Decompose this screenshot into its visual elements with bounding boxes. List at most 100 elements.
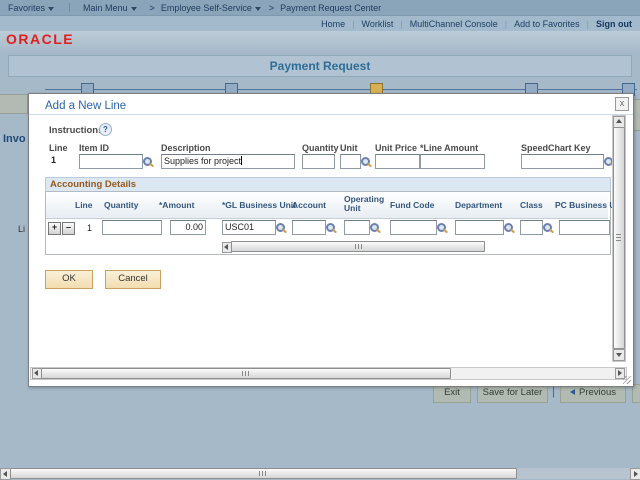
main-menu[interactable]: Main Menu [83,3,139,13]
unit-price-input[interactable] [375,154,420,169]
account-lookup-icon[interactable] [326,223,335,232]
item-id-label: Item ID [79,143,109,153]
breadcrumb-payment-request-center[interactable]: Payment Request Center [280,3,381,13]
unit-label: Unit [340,143,358,153]
divider: | [552,386,555,398]
breadcrumb-employee-self-service[interactable]: Employee Self-Service [161,3,263,13]
accounting-details-title: Accounting Details [50,179,136,190]
row-pc-business-unit-input[interactable] [559,220,610,235]
row-gl-business-unit-input[interactable]: USC01 [222,220,276,235]
text-cursor [241,156,242,165]
description-value: Supplies for project [164,156,241,166]
screen: Favorites Main Menu > Employee Self-Serv… [0,0,640,480]
description-input[interactable]: Supplies for project [161,154,295,169]
line-number-value: 1 [51,155,56,165]
line-label-fragment: Li [18,224,25,234]
speedchart-key-label: SpeedChart Key [521,143,591,153]
divider [29,114,633,115]
resize-grip[interactable] [623,376,631,384]
col-header-operating-unit[interactable]: Operating Unit [344,195,384,213]
page-scrollbar-thumb[interactable] [10,468,517,479]
sign-out-link[interactable]: Sign out [596,19,632,29]
row-operating-unit-input[interactable] [344,220,370,235]
home-link[interactable]: Home [321,19,345,29]
unit-price-label: Unit Price [375,143,417,153]
line-label: Line [49,143,68,153]
row-class-input[interactable] [520,220,543,235]
operating-unit-lookup-icon[interactable] [370,223,379,232]
page-horizontal-scrollbar[interactable] [0,468,640,479]
row-amount-input[interactable]: 0.00 [170,220,206,235]
cancel-button[interactable]: Cancel [105,270,161,289]
breadcrumb-separator: > [150,3,155,13]
favorites-label: Favorites [8,3,45,13]
logo-zone [0,31,640,53]
col-header-class[interactable]: Class [520,200,543,210]
quantity-label: Quantity [302,143,339,153]
divider: | [505,19,507,29]
line-amount-input[interactable] [420,154,485,169]
row-department-input[interactable] [455,220,504,235]
instructions-label: Instructions [49,125,103,136]
item-id-input[interactable] [79,154,143,169]
col-header-line[interactable]: Line [75,200,92,210]
add-new-line-dialog: Add a New Line x Instructions ? Line Ite… [28,93,634,387]
grid-header-row: Line Quantity *Amount *GL Business Unit … [46,192,608,219]
background-tab-fragment [0,94,28,114]
help-icon[interactable]: ? [99,123,112,136]
page-title: Payment Request [8,55,632,77]
vertical-scrollbar-thumb[interactable] [613,127,625,349]
col-header-amount[interactable]: *Amount [159,200,194,210]
dialog-title: Add a New Line [45,100,126,112]
item-id-lookup-icon[interactable] [143,157,152,166]
row-fund-code-input[interactable] [390,220,437,235]
breadcrumb-separator: > [269,3,274,13]
dialog-vertical-scrollbar[interactable] [612,115,626,362]
col-header-gl-business-unit[interactable]: *GL Business Unit [222,200,296,210]
oracle-logo: ORACLE [6,31,74,47]
description-label: Description [161,143,211,153]
grid-scrollbar-thumb[interactable] [231,241,485,252]
delete-row-button[interactable]: – [62,222,75,235]
divider: | [352,19,354,29]
unit-input[interactable] [340,154,361,169]
step-connector-line [45,89,637,91]
page-scroll-right-arrow[interactable] [630,468,640,480]
favorites-menu[interactable]: Favorites [8,3,56,13]
col-header-quantity[interactable]: Quantity [104,200,138,210]
row-line-number: 1 [87,223,92,233]
chevron-down-icon [131,7,137,11]
breadcrumb-label: Payment Request Center [280,3,381,13]
worklist-link[interactable]: Worklist [362,19,394,29]
unit-lookup-icon[interactable] [361,157,370,166]
chevron-down-icon [48,7,54,11]
department-lookup-icon[interactable] [504,223,513,232]
line-amount-label: *Line Amount [420,143,478,153]
multichannel-console-link[interactable]: MultiChannel Console [410,19,498,29]
dialog-horizontal-scrollbar[interactable] [30,367,627,380]
ok-button[interactable]: OK [45,270,93,289]
main-menu-label: Main Menu [83,3,128,13]
previous-label: Previous [579,387,616,398]
speedchart-key-input[interactable] [521,154,604,169]
add-to-favorites-link[interactable]: Add to Favorites [514,19,580,29]
quantity-input[interactable] [302,154,335,169]
utility-link-bar: Home | Worklist | MultiChannel Console |… [0,16,640,31]
chevron-down-icon [255,7,261,11]
close-icon[interactable]: x [615,97,629,111]
row-account-input[interactable] [292,220,326,235]
horizontal-scrollbar-thumb[interactable] [41,368,451,379]
fund-code-lookup-icon[interactable] [437,223,446,232]
breadcrumb-label: Employee Self-Service [161,3,252,13]
col-header-account[interactable]: Account [292,200,326,210]
class-lookup-icon[interactable] [543,223,552,232]
row-quantity-input[interactable] [102,220,162,235]
add-row-button[interactable]: + [48,222,61,235]
background-fragment [633,99,640,131]
scroll-down-arrow[interactable] [613,349,625,361]
col-header-fund-code[interactable]: Fund Code [390,200,434,210]
gl-business-unit-lookup-icon[interactable] [276,223,285,232]
accounting-grid: Line Quantity *Amount *GL Business Unit … [45,191,611,255]
breadcrumb-bar: Favorites Main Menu > Employee Self-Serv… [0,0,640,16]
col-header-department[interactable]: Department [455,200,502,210]
